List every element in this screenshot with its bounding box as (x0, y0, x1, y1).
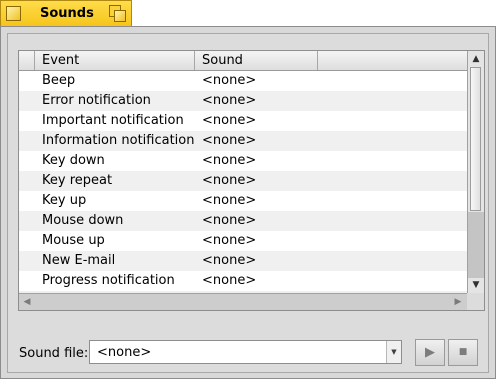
table-row[interactable]: Mouse up <none> (19, 231, 467, 251)
scroll-left-icon[interactable]: ◀ (20, 294, 34, 310)
event-sound: <none> (202, 253, 257, 268)
horizontal-scrollbar[interactable]: ◀ ▶ (19, 293, 467, 310)
vertical-scroll-thumb[interactable] (470, 67, 481, 211)
table-row[interactable]: Important notification <none> (19, 111, 467, 131)
column-header-spacer (19, 51, 35, 70)
sound-file-select[interactable]: <none> ▼ (89, 340, 402, 364)
stop-button[interactable]: ■ (448, 339, 478, 366)
event-sound: <none> (202, 213, 257, 228)
window-title: Sounds (40, 6, 94, 21)
vertical-scrollbar[interactable]: ▲ ▼ (467, 51, 484, 293)
event-sound: <none> (202, 173, 257, 188)
sound-file-label: Sound file: (19, 346, 89, 361)
table-row[interactable]: Progress notification <none> (19, 271, 467, 291)
event-sound: <none> (202, 73, 257, 88)
sound-file-value: <none> (97, 345, 152, 360)
table-row[interactable]: Key repeat <none> (19, 171, 467, 191)
event-sound: <none> (202, 113, 257, 128)
close-box-icon[interactable] (6, 6, 21, 21)
table-row[interactable]: New E-mail <none> (19, 251, 467, 271)
event-sound: <none> (202, 93, 257, 108)
table-row[interactable]: Key down <none> (19, 151, 467, 171)
play-icon: ▶ (425, 345, 435, 360)
event-name: Error notification (42, 93, 151, 108)
event-name: Mouse down (42, 213, 124, 228)
sounds-window: Event Sound Beep <none> Error notification… (0, 26, 496, 379)
table-row[interactable]: Error notification <none> (19, 91, 467, 111)
event-sound: <none> (202, 193, 257, 208)
event-list[interactable]: Event Sound Beep <none> Error notification… (18, 50, 485, 311)
event-name: Important notification (42, 113, 184, 128)
event-name: Key repeat (42, 173, 113, 188)
vertical-scroll-track[interactable] (468, 212, 484, 278)
table-row[interactable]: Beep <none> (19, 71, 467, 91)
event-name: Mouse up (42, 233, 105, 248)
scroll-right-icon[interactable]: ▶ (451, 294, 465, 310)
event-name: New E-mail (42, 253, 116, 268)
chevron-down-icon[interactable]: ▼ (386, 341, 401, 363)
event-sound: <none> (202, 153, 257, 168)
event-rows: Beep <none> Error notification <none> Import… (19, 71, 467, 293)
column-header-sound[interactable]: Sound (195, 51, 318, 70)
event-sound: <none> (202, 273, 257, 288)
table-row[interactable]: Mouse down <none> (19, 211, 467, 231)
event-name: Key down (42, 153, 105, 168)
scrollbar-corner (467, 293, 484, 310)
event-name: Beep (42, 73, 76, 88)
event-sound: <none> (202, 233, 257, 248)
event-name: Progress notification (42, 273, 175, 288)
event-name: Information notification (42, 133, 195, 148)
scroll-up-icon[interactable]: ▲ (468, 52, 484, 66)
column-header-event[interactable]: Event (35, 51, 195, 70)
column-header: Event Sound (19, 51, 467, 71)
play-button[interactable]: ▶ (415, 339, 445, 366)
table-row[interactable]: Information notification <none> (19, 131, 467, 151)
event-name: Key up (42, 193, 87, 208)
window-tab[interactable]: Sounds (0, 0, 132, 26)
zoom-box-icon[interactable] (109, 5, 127, 23)
event-sound: <none> (202, 133, 257, 148)
table-row[interactable]: Key up <none> (19, 191, 467, 211)
stop-icon: ■ (458, 347, 468, 357)
main-panel: Event Sound Beep <none> Error notification… (7, 33, 489, 373)
scroll-down-icon[interactable]: ▼ (468, 278, 484, 292)
